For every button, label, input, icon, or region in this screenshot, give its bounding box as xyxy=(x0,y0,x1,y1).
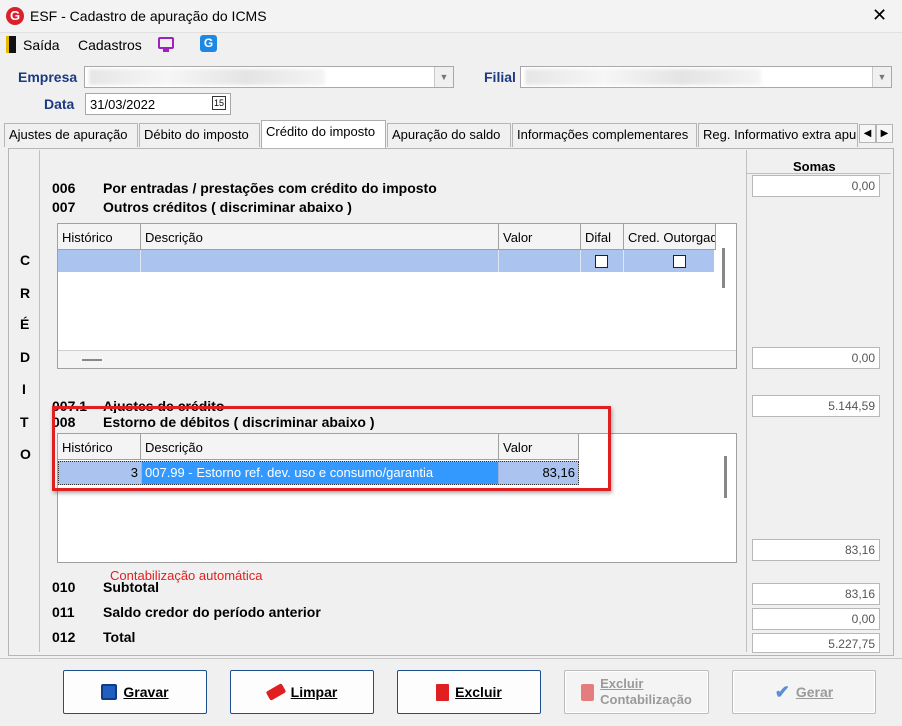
sum-011: 0,00 xyxy=(752,608,880,630)
menu-bar: Saída Cadastros G xyxy=(0,32,902,58)
excluir-contab-line2: Contabilização xyxy=(600,692,692,707)
difal-checkbox[interactable] xyxy=(595,255,608,268)
data-label: Data xyxy=(44,96,75,112)
sum-008: 83,16 xyxy=(752,539,880,561)
gerar-label: Gerar xyxy=(795,684,834,700)
cred-outorgado-checkbox[interactable] xyxy=(673,255,686,268)
monitor-stand-icon xyxy=(163,49,169,52)
grid1-header-valor[interactable]: Valor xyxy=(499,224,581,250)
monitor-icon[interactable] xyxy=(158,37,174,49)
menu-cadastros[interactable]: Cadastros xyxy=(78,37,142,53)
somas-header-line xyxy=(747,173,891,174)
sum-010: 83,16 xyxy=(752,583,880,605)
grid1-horizontal-scrollbar[interactable] xyxy=(82,359,102,361)
tab-scroll-right-icon[interactable]: ▶ xyxy=(876,124,893,143)
row-007-text: Outros créditos ( discriminar abaixo ) xyxy=(103,199,352,215)
gerar-button[interactable]: ✔ Gerar xyxy=(732,670,876,714)
trash-icon xyxy=(581,683,595,701)
side-label-box xyxy=(9,150,40,652)
empresa-blurred-value xyxy=(89,69,325,85)
side-letter: I xyxy=(22,381,26,397)
row-012-code: 012 xyxy=(52,629,76,645)
row-011-code: 011 xyxy=(52,604,75,620)
excluir-contab-label: Excluir Contabilização xyxy=(600,676,692,708)
exit-door-icon[interactable] xyxy=(6,36,16,53)
filial-label: Filial xyxy=(484,69,516,85)
side-letter: C xyxy=(20,252,31,268)
excluir-contab-line1: Excluir xyxy=(600,676,644,691)
row-010-code: 010 xyxy=(52,579,76,595)
side-letter: R xyxy=(20,285,31,301)
date-value: 31/03/2022 xyxy=(90,97,156,112)
chevron-down-icon[interactable]: ▼ xyxy=(872,67,891,87)
app-logo-icon: G xyxy=(6,7,24,25)
tab-informacoes-complementares[interactable]: Informações complementares xyxy=(512,123,697,147)
grid1-cell-divider xyxy=(140,250,141,272)
tab-debito-imposto[interactable]: Débito do imposto xyxy=(139,123,260,147)
gravar-button[interactable]: Gravar xyxy=(63,670,207,714)
trash-icon xyxy=(436,683,450,701)
button-bar-divider xyxy=(0,658,902,659)
limpar-label: Limpar xyxy=(290,684,338,700)
empresa-select[interactable]: ▼ xyxy=(84,66,454,88)
annotation-highlight-box xyxy=(52,406,611,491)
sum-012: 5.227,75 xyxy=(752,633,880,653)
eraser-icon xyxy=(265,683,286,701)
grid1-cell-divider xyxy=(498,250,499,272)
grid1-header-cred-outorgado[interactable]: Cred. Outorgado xyxy=(624,224,716,250)
tab-apuracao-saldo[interactable]: Apuração do saldo xyxy=(387,123,511,147)
tab-scroll-left-icon[interactable]: ◀ xyxy=(859,124,876,143)
calendar-icon[interactable]: 15 xyxy=(212,96,226,110)
side-letter: É xyxy=(20,316,30,332)
tab-credito-imposto[interactable]: Crédito do imposto xyxy=(261,120,386,148)
row-007-code: 007 xyxy=(52,199,76,215)
title-bar: G ESF - Cadastro de apuração do ICMS ✕ xyxy=(0,0,902,33)
chevron-down-icon[interactable]: ▼ xyxy=(434,67,453,87)
outros-creditos-grid[interactable]: Histórico Descrição Valor Difal Cred. Ou… xyxy=(57,223,737,369)
filial-select[interactable]: ▼ xyxy=(520,66,892,88)
empresa-label: Empresa xyxy=(18,69,78,85)
tab-reg-informativo[interactable]: Reg. Informativo extra apu xyxy=(698,123,858,147)
row-006-text: Por entradas / prestações com crédito do… xyxy=(103,180,437,196)
somas-column-divider xyxy=(746,150,747,652)
row-012-text: Total xyxy=(103,629,136,645)
filial-blurred-value xyxy=(525,69,761,85)
date-input[interactable]: 31/03/2022 15 xyxy=(85,93,231,115)
row-006-code: 006 xyxy=(52,180,76,196)
excluir-label: Excluir xyxy=(455,684,502,700)
check-icon: ✔ xyxy=(774,681,790,702)
grid1-selected-row[interactable] xyxy=(58,250,714,272)
grid1-header-descricao[interactable]: Descrição xyxy=(141,224,499,250)
menu-saida[interactable]: Saída xyxy=(23,37,60,53)
side-letter: O xyxy=(20,446,31,462)
close-icon[interactable]: ✕ xyxy=(872,5,887,25)
grid1-header-difal[interactable]: Difal xyxy=(581,224,624,250)
excluir-button[interactable]: Excluir xyxy=(397,670,541,714)
sum-006: 0,00 xyxy=(752,175,880,197)
sum-007-1: 5.144,59 xyxy=(752,395,880,417)
gravar-label: Gravar xyxy=(123,684,169,700)
grid1-vertical-scrollbar[interactable] xyxy=(722,248,725,288)
side-letter: T xyxy=(20,414,29,430)
grid1-header-historico[interactable]: Histórico xyxy=(58,224,141,250)
tab-ajustes-apuracao[interactable]: Ajustes de apuração xyxy=(4,123,138,147)
grid2-vertical-scrollbar[interactable] xyxy=(724,456,727,498)
save-icon xyxy=(101,684,118,700)
side-letter: D xyxy=(20,349,31,365)
sum-007: 0,00 xyxy=(752,347,880,369)
grid1-cell-divider xyxy=(623,250,624,272)
somas-label: Somas xyxy=(793,159,836,174)
limpar-button[interactable]: Limpar xyxy=(230,670,374,714)
contabilizacao-automatica-label: Contabilização automática xyxy=(110,568,263,583)
app-g-icon[interactable]: G xyxy=(200,35,217,52)
grid1-cell-divider xyxy=(580,250,581,272)
row-011-text: Saldo credor do período anterior xyxy=(103,604,321,620)
excluir-contabilizacao-button[interactable]: Excluir Contabilização xyxy=(564,670,709,714)
window-title: ESF - Cadastro de apuração do ICMS xyxy=(30,8,267,24)
grid1-horizontal-scroll-area xyxy=(58,350,736,368)
